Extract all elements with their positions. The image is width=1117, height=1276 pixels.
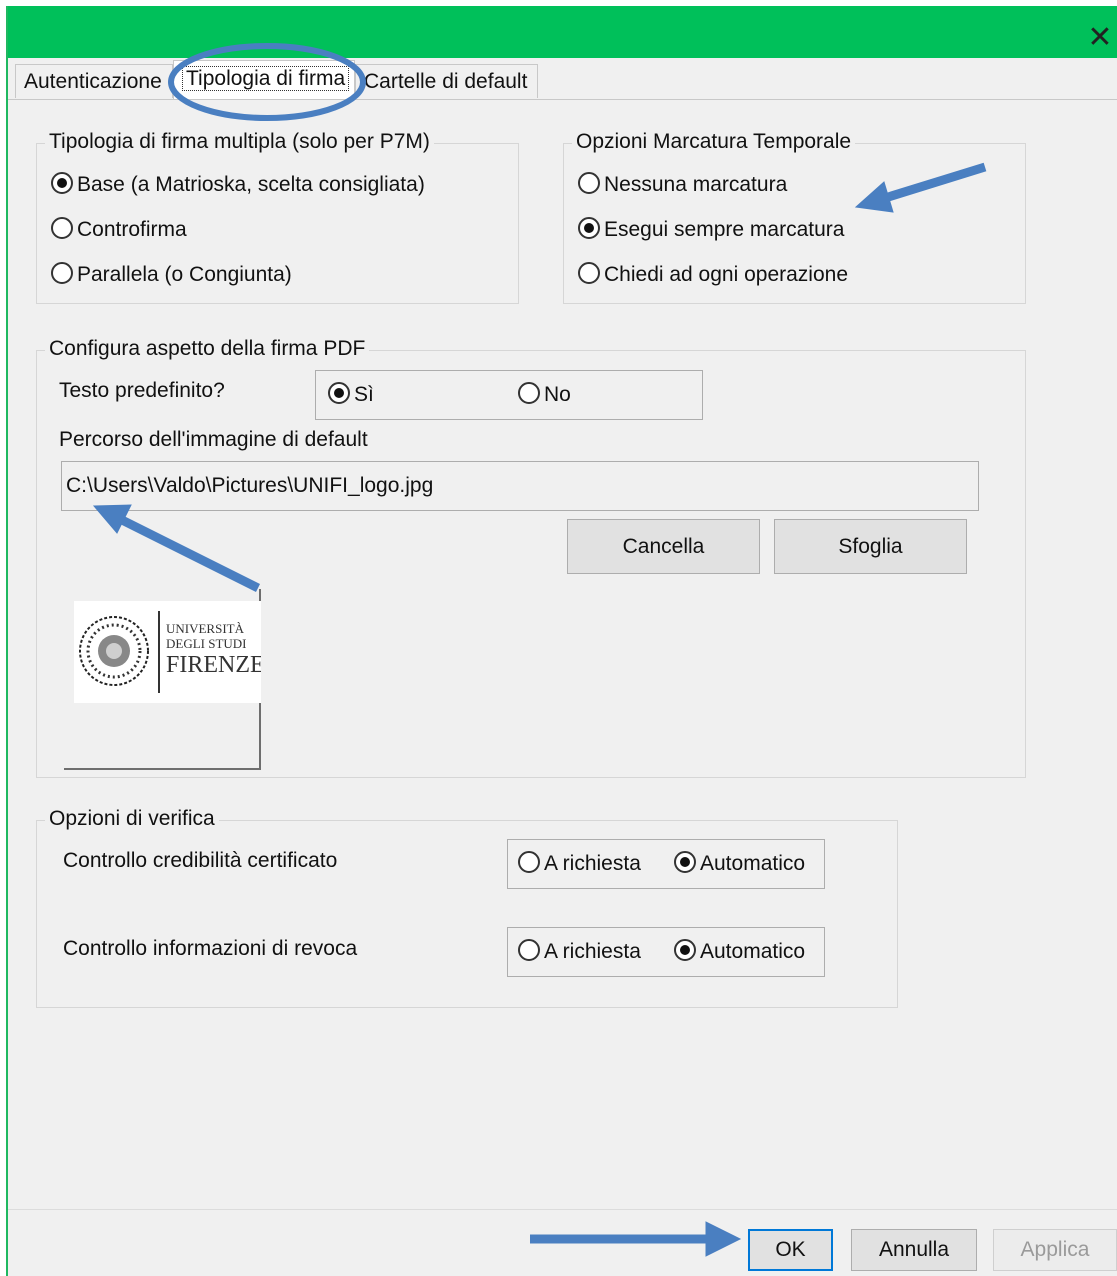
tab-label: Cartelle di default [364, 70, 528, 93]
radio-label: Automatico [700, 852, 806, 875]
radio-circle [518, 851, 540, 874]
radio-si[interactable]: Sì [328, 381, 374, 409]
radio-label: Parallela (o Congiunta) [77, 263, 292, 286]
cancella-button[interactable]: Cancella [567, 519, 760, 574]
tab-panel: Tipologia di firma multipla (solo per P7… [8, 99, 1117, 1276]
close-icon[interactable]: ✕ [1085, 20, 1115, 56]
radio-nessuna-marcatura[interactable]: Nessuna marcatura [578, 171, 787, 199]
ok-button[interactable]: OK [748, 1229, 833, 1271]
trust-check-label: Controllo credibilità certificato [63, 849, 338, 872]
radio-circle [51, 172, 73, 195]
radio-circle [674, 851, 696, 874]
radio-label: Automatico [700, 940, 806, 963]
tab-cartelle-di-default[interactable]: Cartelle di default [355, 64, 538, 98]
radio-no[interactable]: No [518, 381, 571, 409]
button-label: OK [775, 1238, 806, 1261]
tab-strip: Autenticazione Tipologia di firma Cartel… [8, 58, 1117, 100]
applica-button: Applica [993, 1229, 1117, 1271]
radio-chiedi[interactable]: Chiedi ad ogni operazione [578, 261, 848, 289]
pdf-appearance-group: Configura aspetto della firma PDF Testo … [36, 337, 1026, 778]
radio-circle [674, 939, 696, 962]
image-path-label: Percorso dell'immagine di default [59, 428, 368, 451]
radio-a-richiesta[interactable]: A richiesta [518, 850, 641, 878]
logo-divider [158, 611, 160, 693]
radio-parallela[interactable]: Parallela (o Congiunta) [51, 261, 292, 289]
radio-base[interactable]: Base (a Matrioska, scelta consigliata) [51, 171, 425, 199]
radio-circle [518, 382, 540, 405]
radio-circle [51, 262, 73, 285]
revocation-check-label: Controllo informazioni di revoca [63, 937, 358, 960]
radio-circle [518, 939, 540, 962]
button-label: Cancella [622, 535, 705, 558]
tab-tipologia-di-firma[interactable]: Tipologia di firma [173, 60, 355, 100]
radio-automatico[interactable]: Automatico [674, 938, 805, 966]
default-text-radio-box: Sì No [315, 370, 703, 420]
logo-text: UNIVERSITÀ DEGLI STUDI FIRENZE [166, 621, 261, 679]
radio-a-richiesta[interactable]: A richiesta [518, 938, 641, 966]
radio-circle [578, 217, 600, 240]
trust-check-radio-box: A richiesta Automatico [507, 839, 825, 889]
tab-label: Autenticazione [24, 70, 162, 93]
radio-label: Sì [354, 383, 374, 406]
radio-circle [328, 382, 350, 405]
tab-autenticazione[interactable]: Autenticazione [15, 64, 173, 98]
radio-label: Nessuna marcatura [604, 173, 788, 196]
group-title: Configura aspetto della firma PDF [45, 337, 370, 361]
image-path-field[interactable]: C:\Users\Valdo\Pictures\UNIFI_logo.jpg [61, 461, 979, 511]
multi-sign-group: Tipologia di firma multipla (solo per P7… [36, 130, 519, 304]
unifi-logo: UNIVERSITÀ DEGLI STUDI FIRENZE [74, 601, 261, 703]
logo-line: DEGLI STUDI [166, 636, 247, 651]
radio-circle [578, 172, 600, 195]
button-label: Applica [1020, 1238, 1090, 1261]
group-title: Tipologia di firma multipla (solo per P7… [45, 130, 434, 154]
annulla-button[interactable]: Annulla [851, 1229, 977, 1271]
tab-label: Tipologia di firma [182, 66, 350, 91]
logo-line: UNIVERSITÀ [166, 621, 244, 636]
radio-label: Chiedi ad ogni operazione [604, 263, 849, 286]
radio-label: Base (a Matrioska, scelta consigliata) [77, 173, 425, 196]
radio-controfirma[interactable]: Controfirma [51, 216, 187, 244]
radio-label: Controfirma [77, 218, 187, 241]
image-path-value: C:\Users\Valdo\Pictures\UNIFI_logo.jpg [66, 474, 434, 497]
logo-line: FIRENZE [166, 652, 261, 678]
image-preview[interactable]: UNIVERSITÀ DEGLI STUDI FIRENZE [64, 589, 261, 770]
default-text-label: Testo predefinito? [59, 379, 225, 402]
radio-automatico[interactable]: Automatico [674, 850, 805, 878]
timestamp-group: Opzioni Marcatura Temporale Nessuna marc… [563, 130, 1026, 304]
radio-esegui-sempre[interactable]: Esegui sempre marcatura [578, 216, 844, 244]
group-title: Opzioni Marcatura Temporale [572, 130, 856, 154]
radio-circle [51, 217, 73, 240]
radio-label: Esegui sempre marcatura [604, 218, 845, 241]
group-title: Opzioni di verifica [45, 807, 219, 831]
verify-group: Opzioni di verifica Controllo credibilit… [36, 807, 898, 1008]
seal-icon [79, 616, 149, 686]
radio-label: No [544, 383, 571, 406]
button-label: Annulla [878, 1238, 950, 1261]
footer-separator [8, 1209, 1117, 1210]
revocation-check-radio-box: A richiesta Automatico [507, 927, 825, 977]
title-bar: ✕ [8, 6, 1117, 58]
radio-label: A richiesta [544, 940, 641, 963]
radio-label: A richiesta [544, 852, 641, 875]
button-label: Sfoglia [838, 535, 903, 558]
sfoglia-button[interactable]: Sfoglia [774, 519, 967, 574]
window-left-edge [0, 6, 8, 1276]
radio-circle [578, 262, 600, 285]
